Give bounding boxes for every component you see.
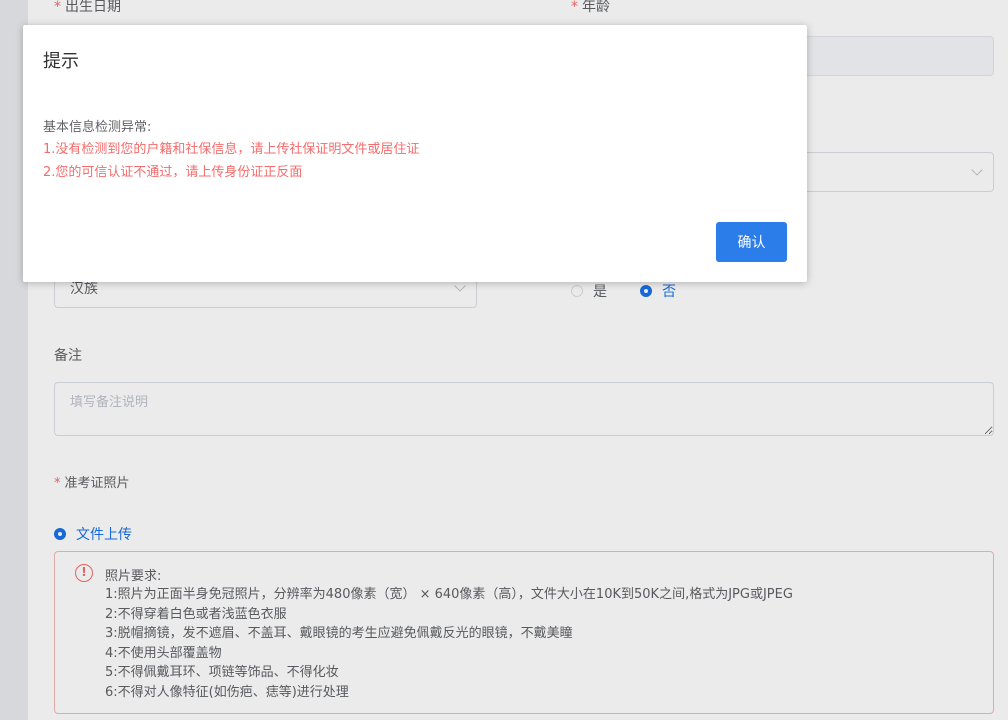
dialog-message: 1.没有检测到您的户籍和社保信息，请上传社保证明文件或居住证 [43,142,420,157]
dialog-intro: 基本信息检测异常: [43,120,152,135]
dialog-message: 2.您的可信认证不通过，请上传身份证正反面 [43,165,303,180]
confirm-button[interactable]: 确认 [716,222,787,262]
dialog-title: 提示 [43,51,79,72]
alert-dialog: 提示 基本信息检测异常: 1.没有检测到您的户籍和社保信息，请上传社保证明文件或… [23,25,807,282]
